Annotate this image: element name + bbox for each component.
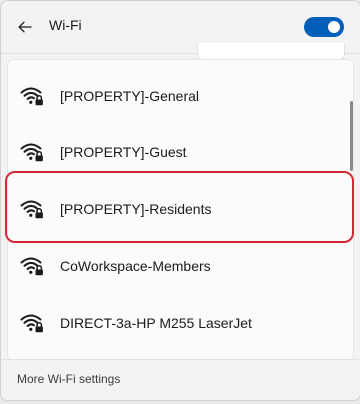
wifi-secured-icon: [20, 87, 43, 106]
more-wifi-settings-link[interactable]: More Wi-Fi settings: [17, 372, 120, 386]
wifi-flyout: Wi-Fi [PROPERTY]-General [PROPERTY]-Gues…: [0, 0, 360, 401]
network-item-highlighted[interactable]: [PROPERTY]-Residents: [8, 181, 353, 237]
network-name: [PROPERTY]-Guest: [60, 144, 187, 160]
network-item[interactable]: CoWorkspace-Members: [8, 238, 353, 294]
network-item[interactable]: [PROPERTY]-General: [8, 68, 353, 124]
wifi-secured-icon: [20, 143, 43, 162]
network-name: [PROPERTY]-General: [60, 88, 200, 104]
wifi-toggle[interactable]: [304, 17, 344, 37]
network-name: CoWorkspace-Members: [60, 258, 211, 274]
network-item[interactable]: [PROPERTY]-Guest: [8, 124, 353, 180]
network-item[interactable]: DIRECT-3a-HP M255 LaserJet: [8, 295, 353, 351]
connected-network-panel-edge: [197, 43, 345, 60]
list-scrollbar[interactable]: [350, 101, 353, 171]
toggle-knob: [328, 21, 340, 33]
page-title: Wi-Fi: [49, 17, 82, 33]
wifi-secured-icon: [20, 200, 43, 219]
network-name: [PROPERTY]-Residents: [60, 201, 212, 217]
back-arrow-icon: [18, 21, 32, 33]
network-name: DIRECT-3a-HP M255 LaserJet: [60, 315, 252, 331]
back-button[interactable]: [13, 15, 37, 39]
network-list: [PROPERTY]-General [PROPERTY]-Guest [PRO…: [7, 59, 354, 361]
wifi-secured-icon: [20, 314, 43, 333]
flyout-footer: More Wi-Fi settings: [1, 359, 360, 400]
wifi-secured-icon: [20, 257, 43, 276]
